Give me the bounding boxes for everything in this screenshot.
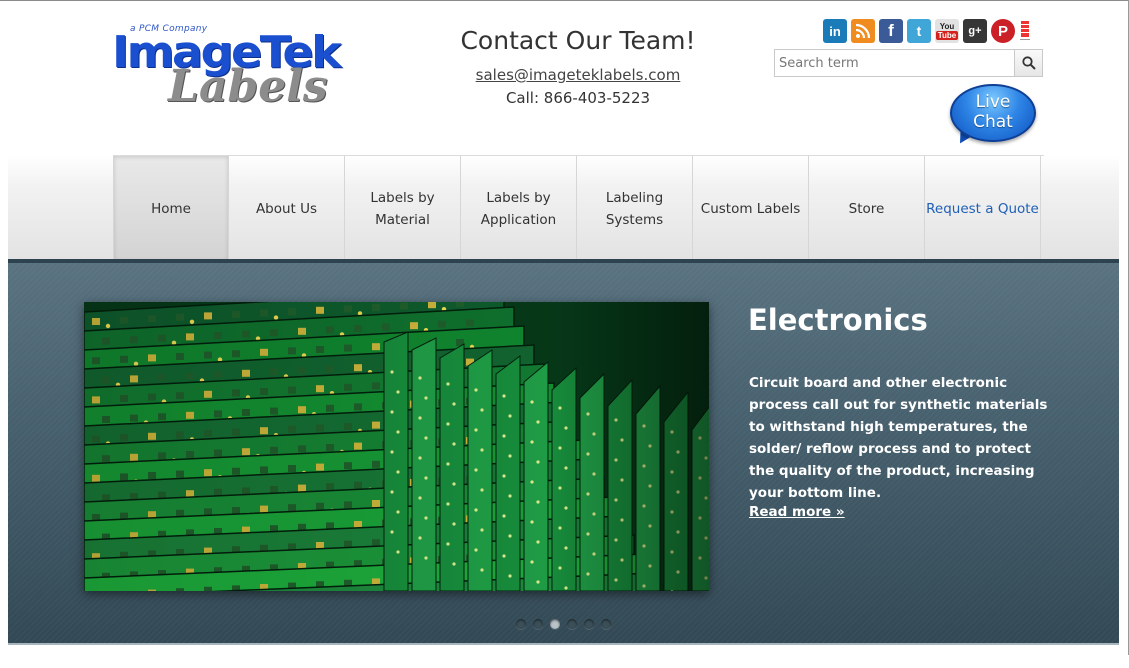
contact-title: Contact Our Team! xyxy=(460,26,696,55)
nav-item-labeling-systems[interactable]: Labeling Systems xyxy=(577,156,693,260)
slider-dot[interactable] xyxy=(550,619,560,629)
logo-wordmark-labels: Labels xyxy=(168,61,328,112)
nav-item-home[interactable]: Home xyxy=(113,156,229,260)
slider-pagination xyxy=(516,619,611,629)
slide-description: Circuit board and other electronic proce… xyxy=(749,375,1048,501)
hero-slider: Electronics Circuit board and other elec… xyxy=(8,259,1119,645)
nav-item-custom-labels[interactable]: Custom Labels xyxy=(693,156,809,260)
youtube-icon-label: You xyxy=(939,22,955,31)
pinterest-icon[interactable]: P xyxy=(991,19,1015,43)
youtube-icon[interactable]: You Tube xyxy=(935,19,959,43)
slide-image-circuit-boards[interactable] xyxy=(84,302,709,591)
nav-item-label: Custom Labels xyxy=(700,201,801,217)
contact-email-link[interactable]: sales@imageteklabels.com xyxy=(476,66,681,84)
slider-dot[interactable] xyxy=(516,619,526,629)
nav-item-label: Request a Quote xyxy=(926,201,1039,217)
nav-item-label: Home xyxy=(151,201,191,217)
social-icons: in f t You Tube g+ P xyxy=(823,19,1031,43)
nav-item-label: Labeling Systems xyxy=(605,190,664,228)
nav-item-about-us[interactable]: About Us xyxy=(229,156,345,260)
google-plus-icon[interactable]: g+ xyxy=(963,19,987,43)
slider-bottom-border xyxy=(8,643,1119,645)
nav-item-label: Labels by Material xyxy=(370,190,435,228)
top-border xyxy=(0,0,1129,1)
nav-item-labels-by-application[interactable]: Labels by Application xyxy=(461,156,577,260)
search-icon xyxy=(1021,56,1036,70)
live-chat-button[interactable]: Live Chat xyxy=(950,84,1038,148)
slide-title: Electronics xyxy=(748,303,928,337)
live-chat-line1: Live xyxy=(975,92,1011,112)
nav-item-label: Store xyxy=(848,201,885,217)
main-nav: Home About Us Labels by Material Labels … xyxy=(113,155,1044,260)
contact-block: Contact Our Team! sales@imageteklabels.c… xyxy=(430,24,726,107)
circuit-board-image xyxy=(84,302,709,591)
search-box xyxy=(774,49,1043,77)
facebook-icon[interactable]: f xyxy=(879,19,903,43)
nav-item-label: Labels by Application xyxy=(480,190,557,228)
page-footer-strip xyxy=(0,655,1129,668)
search-input[interactable] xyxy=(775,50,1014,76)
nav-item-labels-by-material[interactable]: Labels by Material xyxy=(345,156,461,260)
read-more-link[interactable]: Read more » xyxy=(749,504,845,520)
live-chat-line2: Chat xyxy=(973,112,1013,132)
site-logo[interactable]: a PCM Company ImageTek Labels xyxy=(112,24,352,110)
nav-item-request-a-quote[interactable]: Request a Quote xyxy=(925,156,1041,260)
twitter-icon[interactable]: t xyxy=(907,19,931,43)
slider-dot[interactable] xyxy=(601,619,611,629)
slider-dot[interactable] xyxy=(584,619,594,629)
search-button[interactable] xyxy=(1014,50,1042,76)
live-chat-label: Live Chat xyxy=(950,92,1036,132)
nav-item-store[interactable]: Store xyxy=(809,156,925,260)
linkedin-icon[interactable]: in xyxy=(823,19,847,43)
rss-icon[interactable] xyxy=(851,19,875,43)
nav-item-label: About Us xyxy=(255,201,318,217)
slider-dot[interactable] xyxy=(533,619,543,629)
bookmark-icon[interactable] xyxy=(1019,19,1031,43)
youtube-icon-tube: Tube xyxy=(935,31,959,40)
contact-phone: Call: 866-403-5223 xyxy=(505,89,651,107)
slider-dot[interactable] xyxy=(567,619,577,629)
